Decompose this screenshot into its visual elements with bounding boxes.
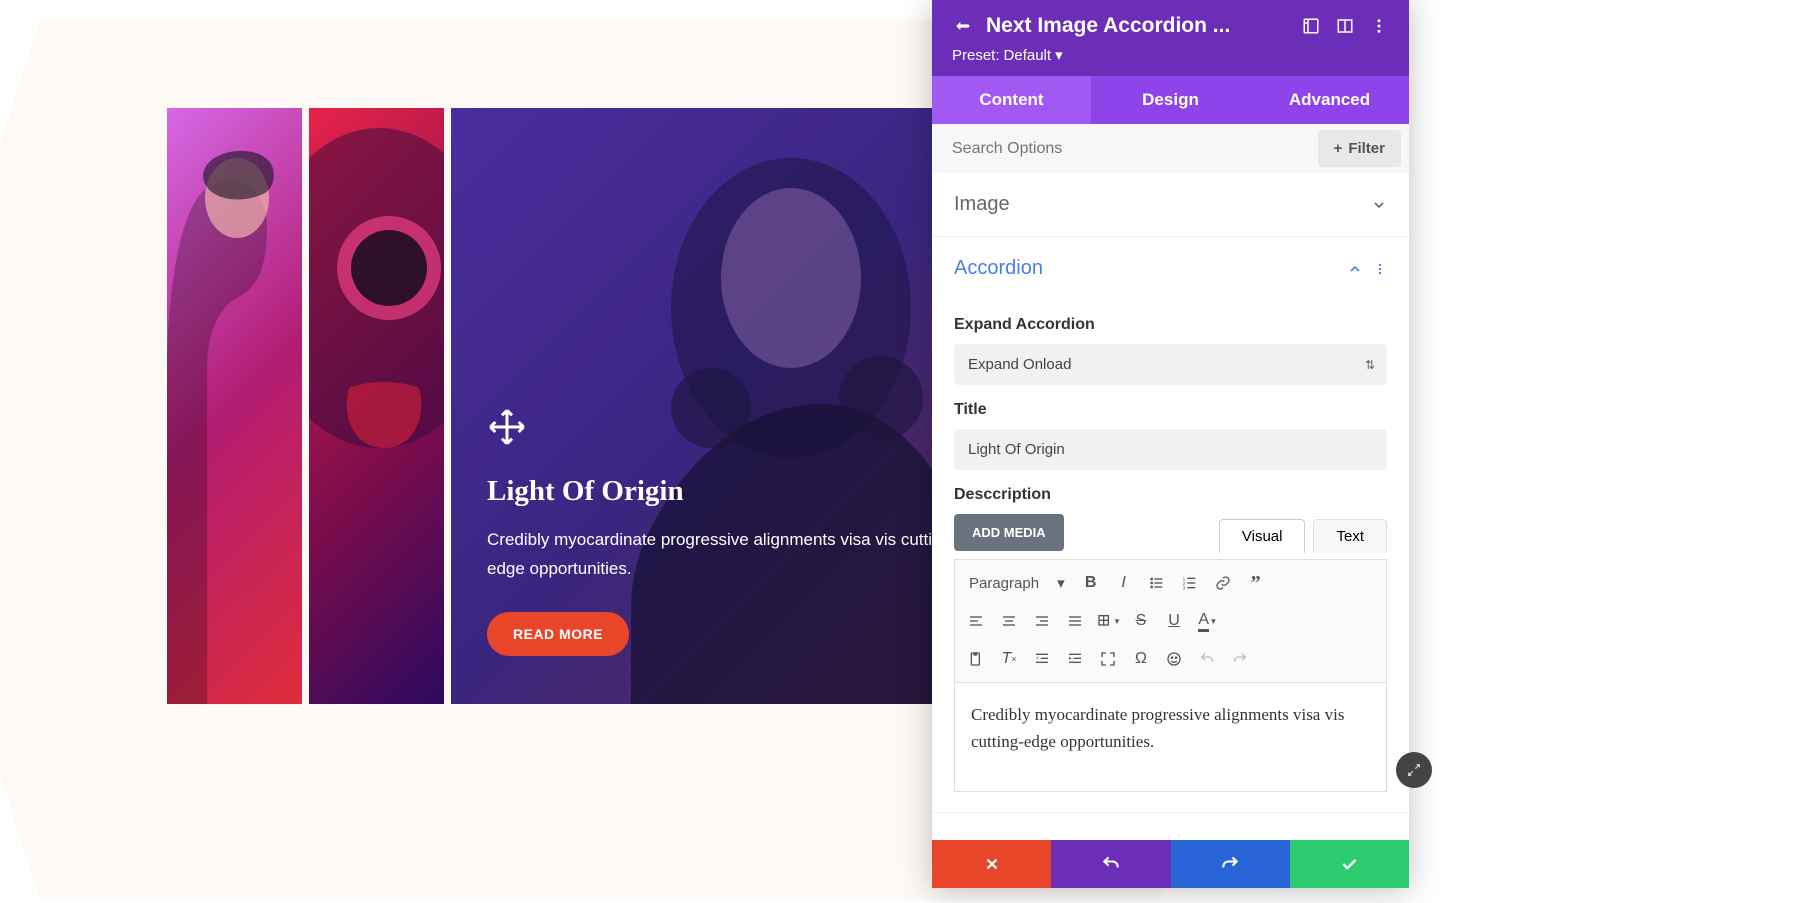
- italic-icon[interactable]: I: [1109, 568, 1139, 598]
- tab-advanced[interactable]: Advanced: [1250, 76, 1409, 124]
- select-caret-icon: ⇅: [1365, 358, 1375, 372]
- more-vert-icon[interactable]: [1373, 262, 1387, 276]
- fullscreen-icon[interactable]: [1093, 644, 1123, 674]
- panel-tabs: Content Design Advanced: [932, 76, 1409, 124]
- columns-icon[interactable]: [1335, 16, 1355, 36]
- indent-icon[interactable]: [1060, 644, 1090, 674]
- align-justify-icon[interactable]: [1060, 606, 1090, 636]
- chevron-down-icon: [1371, 197, 1387, 213]
- svg-text:3: 3: [1182, 586, 1185, 591]
- table-icon[interactable]: ▾: [1093, 606, 1123, 636]
- search-input[interactable]: [932, 126, 1318, 172]
- blockquote-icon[interactable]: ”: [1241, 568, 1271, 598]
- section-image[interactable]: Image: [932, 173, 1409, 236]
- accordion-item[interactable]: [167, 108, 302, 704]
- cancel-button[interactable]: [932, 840, 1051, 888]
- undo-button[interactable]: [1051, 840, 1170, 888]
- move-icon: [487, 407, 527, 447]
- tab-content[interactable]: Content: [932, 76, 1091, 124]
- editor-undo-icon[interactable]: [1192, 644, 1222, 674]
- align-right-icon[interactable]: [1027, 606, 1057, 636]
- strikethrough-icon[interactable]: S: [1126, 606, 1156, 636]
- align-left-icon[interactable]: [961, 606, 991, 636]
- accordion-item[interactable]: [309, 108, 444, 704]
- editor-tab-visual[interactable]: Visual: [1219, 519, 1306, 553]
- filter-button[interactable]: + Filter: [1318, 130, 1401, 167]
- title-input[interactable]: [954, 429, 1387, 470]
- paste-text-icon[interactable]: [961, 644, 991, 674]
- expand-accordion-label: Expand Accordion: [954, 316, 1387, 334]
- preset-selector[interactable]: Preset: Default ▾: [952, 46, 1389, 64]
- accordion-item-active[interactable]: Light Of Origin Credibly myocardinate pr…: [451, 108, 996, 704]
- chevron-up-icon: [1347, 261, 1363, 277]
- panel-header: Next Image Accordion ... Preset: Default…: [932, 0, 1409, 76]
- tab-design[interactable]: Design: [1091, 76, 1250, 124]
- bold-icon[interactable]: B: [1076, 568, 1106, 598]
- paragraph-format-select[interactable]: Paragraph▾: [961, 570, 1073, 596]
- special-char-icon[interactable]: Ω: [1126, 644, 1156, 674]
- link-icon[interactable]: [1208, 568, 1238, 598]
- redo-button[interactable]: [1171, 840, 1290, 888]
- editor-redo-icon[interactable]: [1225, 644, 1255, 674]
- title-label: Title: [954, 401, 1387, 419]
- add-media-button[interactable]: ADD MEDIA: [954, 514, 1064, 551]
- panel-footer: [932, 840, 1409, 888]
- plus-icon: +: [1334, 140, 1343, 157]
- text-color-icon[interactable]: A▾: [1192, 606, 1222, 636]
- settings-panel: Next Image Accordion ... Preset: Default…: [932, 0, 1409, 888]
- save-button[interactable]: [1290, 840, 1409, 888]
- number-list-icon[interactable]: 123: [1175, 568, 1205, 598]
- accordion-title: Light Of Origin: [487, 475, 960, 508]
- back-icon[interactable]: [952, 16, 972, 36]
- expand-panel-button[interactable]: [1396, 752, 1432, 788]
- panel-title: Next Image Accordion ...: [986, 14, 1287, 38]
- more-vert-icon[interactable]: [1369, 16, 1389, 36]
- accordion-description: Credibly myocardinate progressive alignm…: [487, 526, 957, 584]
- expand-accordion-select[interactable]: Expand Onload: [954, 344, 1387, 385]
- align-center-icon[interactable]: [994, 606, 1024, 636]
- editor-toolbar: Paragraph▾ B I 123 ” ▾ S: [954, 559, 1387, 682]
- outdent-icon[interactable]: [1027, 644, 1057, 674]
- caret-down-icon: ▾: [1055, 46, 1063, 64]
- bullet-list-icon[interactable]: [1142, 568, 1172, 598]
- editor-tab-text[interactable]: Text: [1313, 519, 1387, 553]
- editor-content[interactable]: Credibly myocardinate progressive alignm…: [954, 682, 1387, 792]
- section-accordion[interactable]: Accordion: [932, 237, 1409, 300]
- responsive-icon[interactable]: [1301, 16, 1321, 36]
- read-more-button[interactable]: READ MORE: [487, 612, 629, 656]
- emoji-icon[interactable]: [1159, 644, 1189, 674]
- description-label: Desccription: [954, 486, 1387, 504]
- underline-icon[interactable]: U: [1159, 606, 1189, 636]
- clear-format-icon[interactable]: T×: [994, 644, 1024, 674]
